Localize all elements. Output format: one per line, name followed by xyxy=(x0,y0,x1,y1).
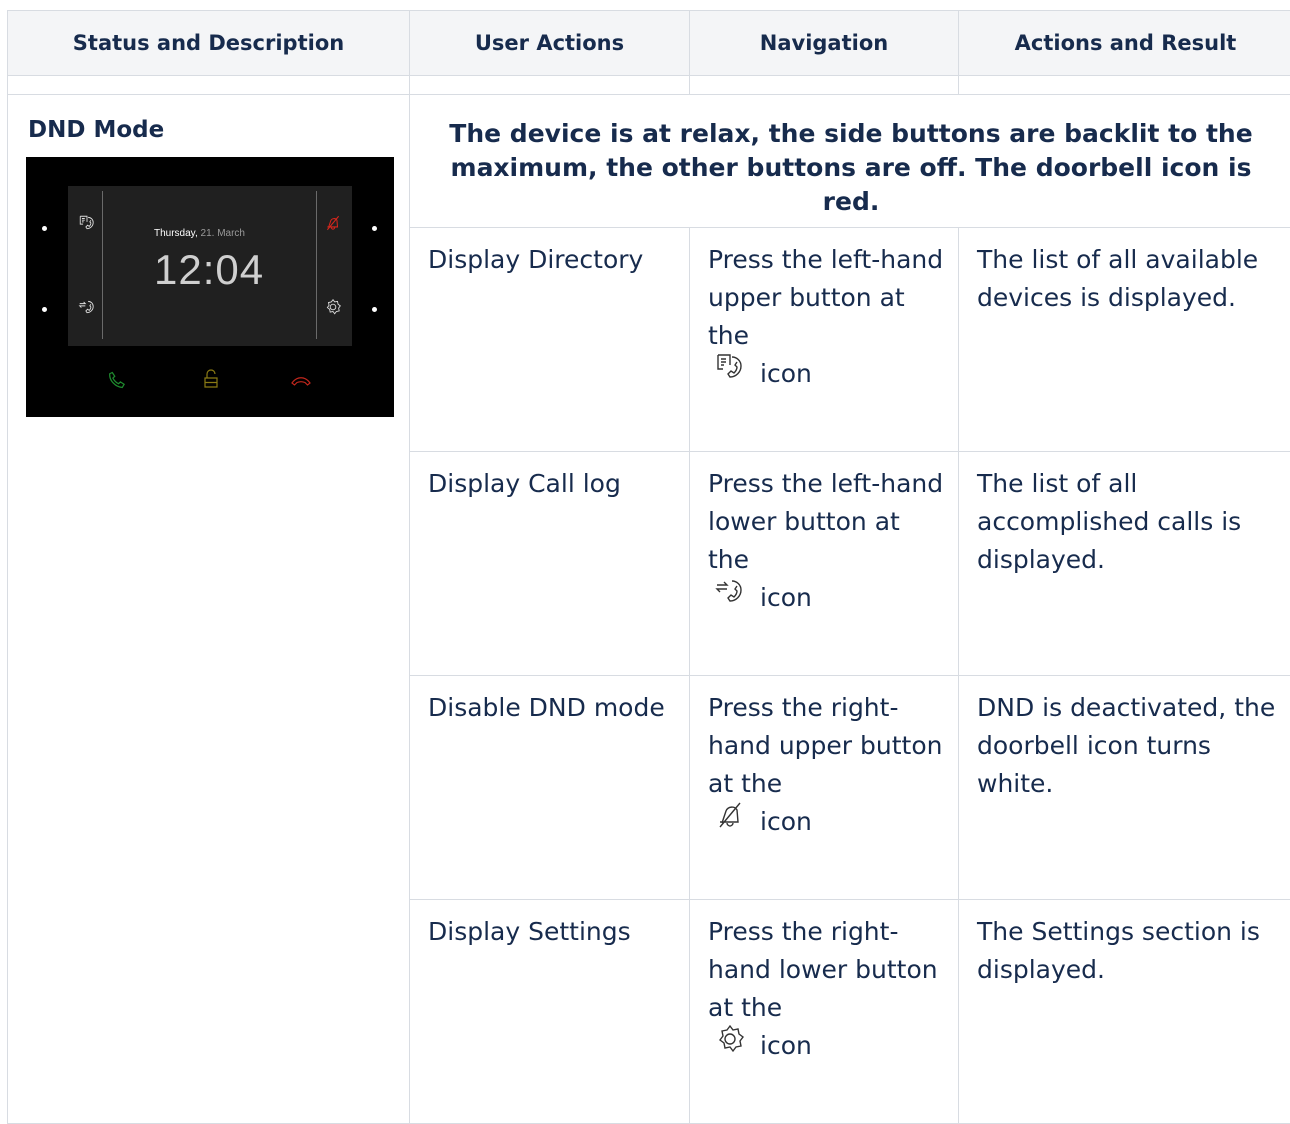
user-action-cell: Display Settings xyxy=(410,900,690,1124)
call-log-icon xyxy=(714,575,746,607)
call-button-icon xyxy=(106,369,126,391)
result-cell: DND is deactivated, the doorbell icon tu… xyxy=(959,676,1290,900)
device-screen: Thursday, 21. March 12:04 xyxy=(68,186,352,346)
led-right-upper xyxy=(372,226,377,231)
table-row: DND Mode Thursday, 21. March 12:04 xyxy=(8,95,1290,228)
navigation-cell: Press the right-hand upper button at the… xyxy=(690,676,959,900)
user-action-cell: Display Call log xyxy=(410,452,690,676)
navigation-cell: Press the right-hand lower button at the… xyxy=(690,900,959,1124)
status-title: DND Mode xyxy=(28,117,397,143)
user-action-cell: Display Directory xyxy=(410,228,690,452)
directory-icon xyxy=(78,214,96,232)
result-cell: The list of all available devices is dis… xyxy=(959,228,1290,452)
header-navigation: Navigation xyxy=(690,11,959,76)
call-log-icon xyxy=(78,298,96,316)
header-actions-result: Actions and Result xyxy=(959,11,1290,76)
navigation-cell: Press the left-hand upper button at the … xyxy=(690,228,959,452)
led-left-lower xyxy=(42,307,47,312)
settings-gear-icon xyxy=(714,1023,746,1055)
settings-gear-icon xyxy=(324,298,342,316)
user-action-cell: Disable DND mode xyxy=(410,676,690,900)
led-right-lower xyxy=(372,307,377,312)
state-description: The device is at relax, the side buttons… xyxy=(410,95,1290,228)
device-clock: 12:04 xyxy=(154,246,264,294)
header-user-actions: User Actions xyxy=(410,11,690,76)
spacer-row xyxy=(8,76,1290,95)
directory-icon xyxy=(714,351,746,383)
hangup-button-icon xyxy=(290,373,312,387)
result-cell: The Settings section is displayed. xyxy=(959,900,1290,1124)
status-cell: DND Mode Thursday, 21. March 12:04 xyxy=(8,95,410,1124)
navigation-cell: Press the left-hand lower button at the … xyxy=(690,452,959,676)
bell-off-icon xyxy=(714,799,746,831)
device-date: Thursday, 21. March xyxy=(154,228,245,239)
result-cell: The list of all accomplished calls is di… xyxy=(959,452,1290,676)
unlock-button-icon xyxy=(203,369,219,389)
bell-off-icon xyxy=(324,214,342,232)
led-left-upper xyxy=(42,226,47,231)
device-image: Thursday, 21. March 12:04 xyxy=(26,157,394,417)
table-header-row: Status and Description User Actions Navi… xyxy=(8,11,1290,76)
dnd-mode-table: Status and Description User Actions Navi… xyxy=(7,10,1290,1124)
header-status-description: Status and Description xyxy=(8,11,410,76)
